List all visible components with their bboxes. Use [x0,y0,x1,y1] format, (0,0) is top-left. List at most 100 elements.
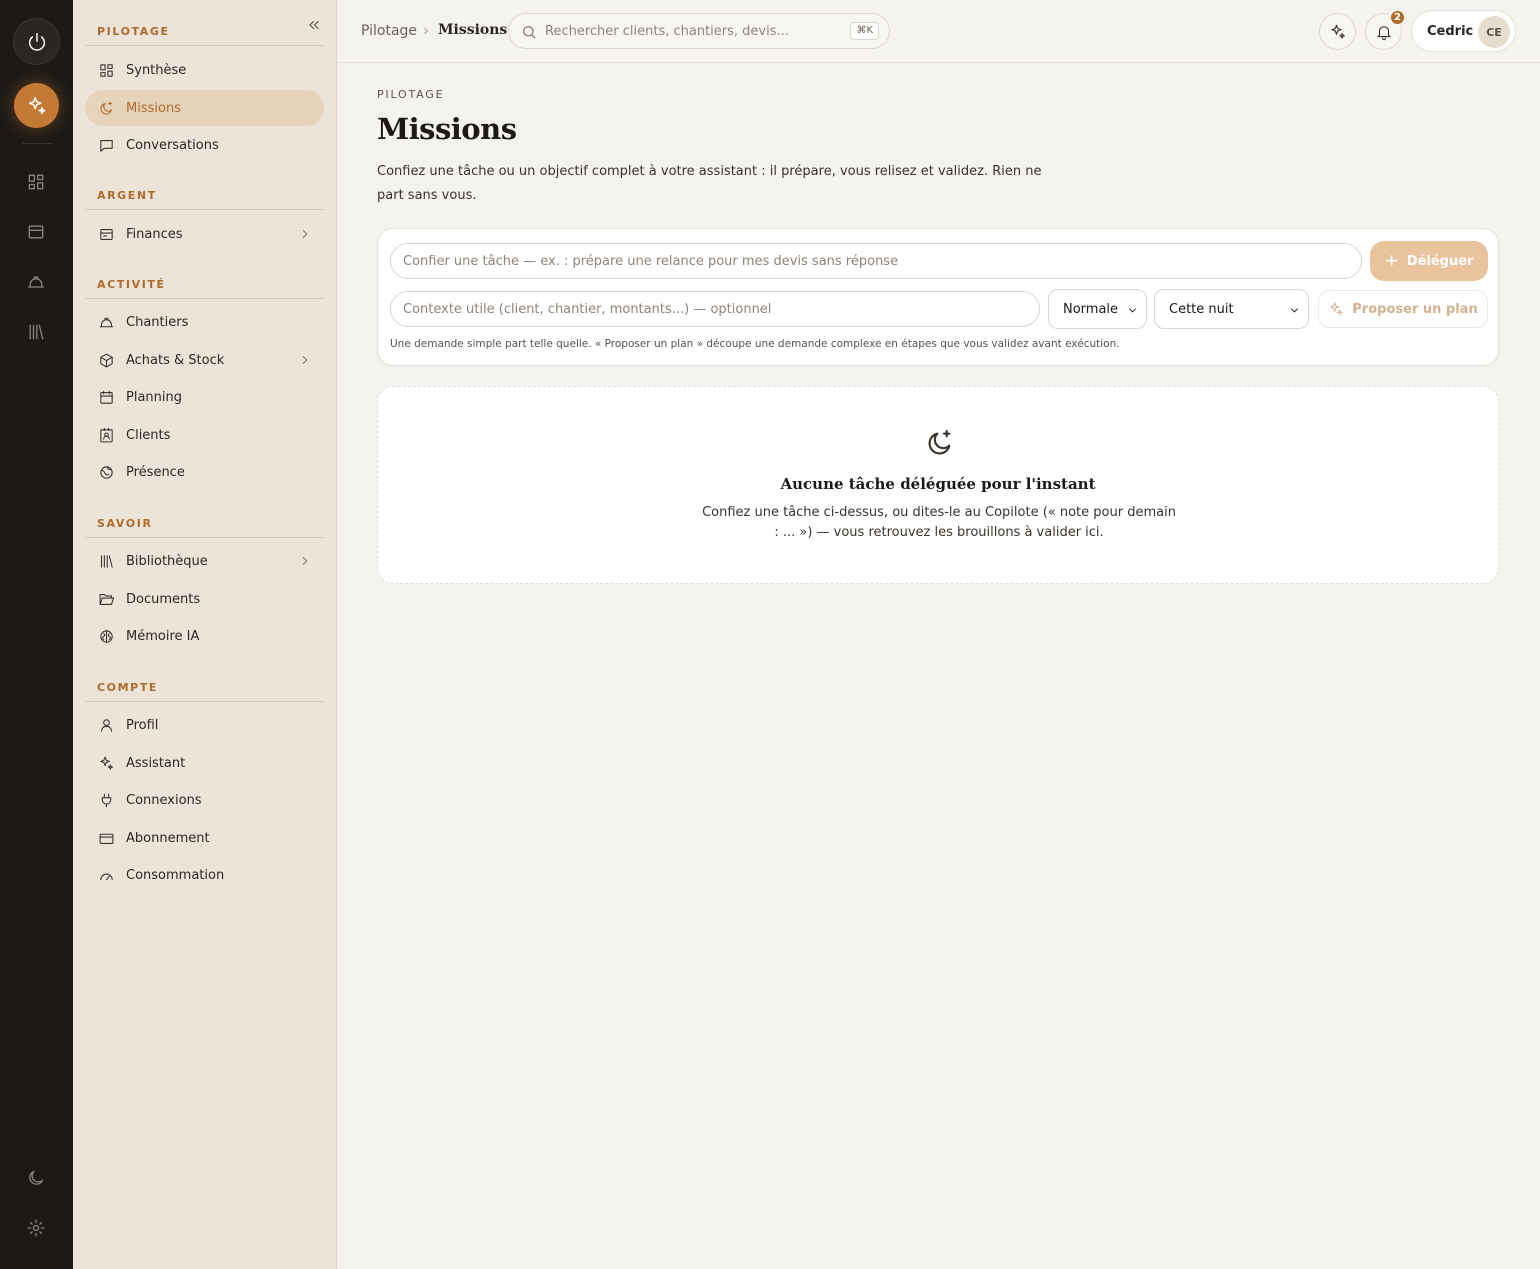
sidebar-item-memoire-ia[interactable]: Mémoire IA [85,618,324,654]
priority-select-value: Normale [1063,301,1119,317]
tray-icon [100,228,113,240]
section-divider [85,45,325,46]
moon-sparkle-icon [924,427,956,459]
calendar-icon [100,390,113,404]
user-icon [101,718,112,732]
sidebar-item-profil[interactable]: Profil [85,707,324,743]
search-input[interactable] [545,20,845,42]
section-title-compte: COMPTE [97,681,159,694]
folder-open-icon [99,593,115,605]
form-hint: Une demande simple part telle quelle. « … [390,338,1120,350]
sparkle-icon [1330,24,1345,39]
schedule-select-value: Cette nuit [1169,301,1234,317]
hardhat-icon [99,317,114,327]
grid-icon [100,63,113,77]
sidebar-item-label: Bibliothèque [126,553,208,569]
sidebar-item-label: Profil [126,717,159,733]
sidebar-item-label: Présence [126,464,185,480]
page-eyebrow: PILOTAGE [377,88,445,101]
sidebar-item-bibliotheque[interactable]: Bibliothèque [85,543,324,579]
icon-rail [0,0,73,1269]
delegate-button[interactable]: + Déléguer [1370,241,1488,281]
chevron-down-icon [1128,308,1137,313]
sidebar-item-conversations[interactable]: Conversations [85,127,324,163]
power-logo-icon[interactable] [14,19,59,64]
dashboard-grid-icon[interactable] [24,170,48,194]
sidebar-item-label: Planning [126,389,182,405]
sidebar: PILOTAGE Synthèse Missions Conversations… [73,0,337,1269]
sidebar-item-chantiers[interactable]: Chantiers [85,304,324,340]
sidebar-item-connexions[interactable]: Connexions [85,782,324,818]
sidebar-item-presence[interactable]: Présence [85,454,324,490]
page-title: Missions [377,112,517,146]
sidebar-item-synthese[interactable]: Synthèse [85,52,324,88]
sparkle-icon [100,756,114,770]
sidebar-item-missions[interactable]: Missions [85,90,324,126]
sidebar-item-label: Finances [126,226,183,242]
delegate-task-form: + Déléguer Normale Cette nuit Proposer u… [377,228,1499,366]
gauge-icon [100,873,113,880]
section-title-argent: ARGENT [97,189,157,202]
copilot-button[interactable] [1319,13,1356,50]
moon-icon[interactable] [24,1166,48,1190]
credit-card-icon [99,833,114,844]
chevron-right-icon [302,356,308,364]
sidebar-item-planning[interactable]: Planning [85,379,324,415]
sidebar-item-label: Achats & Stock [126,352,225,368]
rail-divider [22,143,52,144]
gear-icon[interactable] [24,1216,48,1240]
chevrons-left-icon [309,20,319,30]
global-search[interactable]: ⌘K [508,13,890,49]
notifications-button[interactable]: 2 [1365,9,1406,50]
collapse-sidebar-button[interactable] [303,14,325,36]
section-title-savoir: SAVOIR [97,517,153,530]
copilot-sparkle-icon[interactable] [14,83,59,128]
brain-icon [100,629,113,643]
sidebar-item-label: Mémoire IA [126,628,200,644]
sidebar-item-label: Documents [126,591,201,607]
hardhat-icon[interactable] [24,270,48,294]
context-input[interactable] [390,291,1040,327]
section-divider [85,537,325,538]
plug-icon [101,793,112,807]
topbar: Pilotage Missions ⌘K 2 Cedric CE [337,0,1540,63]
avatar: CE [1478,16,1510,48]
section-divider [85,298,325,299]
user-name: Cedric [1427,23,1474,39]
section-title-pilotage: PILOTAGE [97,25,170,38]
page-intro: Confiez une tâche ou un objectif complet… [377,164,1042,203]
finance-tray-icon[interactable] [24,220,48,244]
section-divider [85,209,325,210]
notification-badge: 2 [1389,9,1406,26]
chevron-down-icon [1290,308,1299,313]
breadcrumb-current: Missions [438,22,508,38]
sidebar-item-consommation[interactable]: Consommation [85,857,324,893]
library-icon[interactable] [24,320,48,344]
sidebar-item-label: Conversations [126,137,219,153]
priority-select[interactable]: Normale [1048,289,1147,329]
box-icon [100,353,113,367]
search-icon [523,26,536,39]
schedule-select[interactable]: Cette nuit [1154,289,1309,329]
sidebar-item-assistant[interactable]: Assistant [85,745,324,781]
empty-state-text: Confiez une tâche ci-dessus, ou dites-le… [702,505,1176,540]
section-title-activite: ACTIVITÉ [97,278,166,291]
task-input[interactable] [390,243,1362,279]
sidebar-item-label: Synthèse [126,62,187,78]
sidebar-item-label: Consommation [126,867,225,883]
sidebar-item-achats-stock[interactable]: Achats & Stock [85,342,324,378]
sidebar-item-label: Abonnement [126,830,210,846]
bell-icon [1376,25,1391,40]
sidebar-item-finances[interactable]: Finances [85,216,324,252]
sidebar-item-label: Chantiers [126,314,189,330]
section-divider [85,701,325,702]
sidebar-item-abonnement[interactable]: Abonnement [85,820,324,856]
sidebar-item-label: Connexions [126,792,202,808]
sidebar-item-documents[interactable]: Documents [85,581,324,617]
propose-plan-label: Proposer un plan [1352,301,1478,317]
sidebar-item-clients[interactable]: Clients [85,417,324,453]
user-menu[interactable]: Cedric CE [1411,10,1516,52]
empty-state: Aucune tâche déléguée pour l'instant Con… [377,386,1499,584]
propose-plan-button[interactable]: Proposer un plan [1318,290,1488,328]
breadcrumb-pilotage[interactable]: Pilotage [361,23,417,39]
